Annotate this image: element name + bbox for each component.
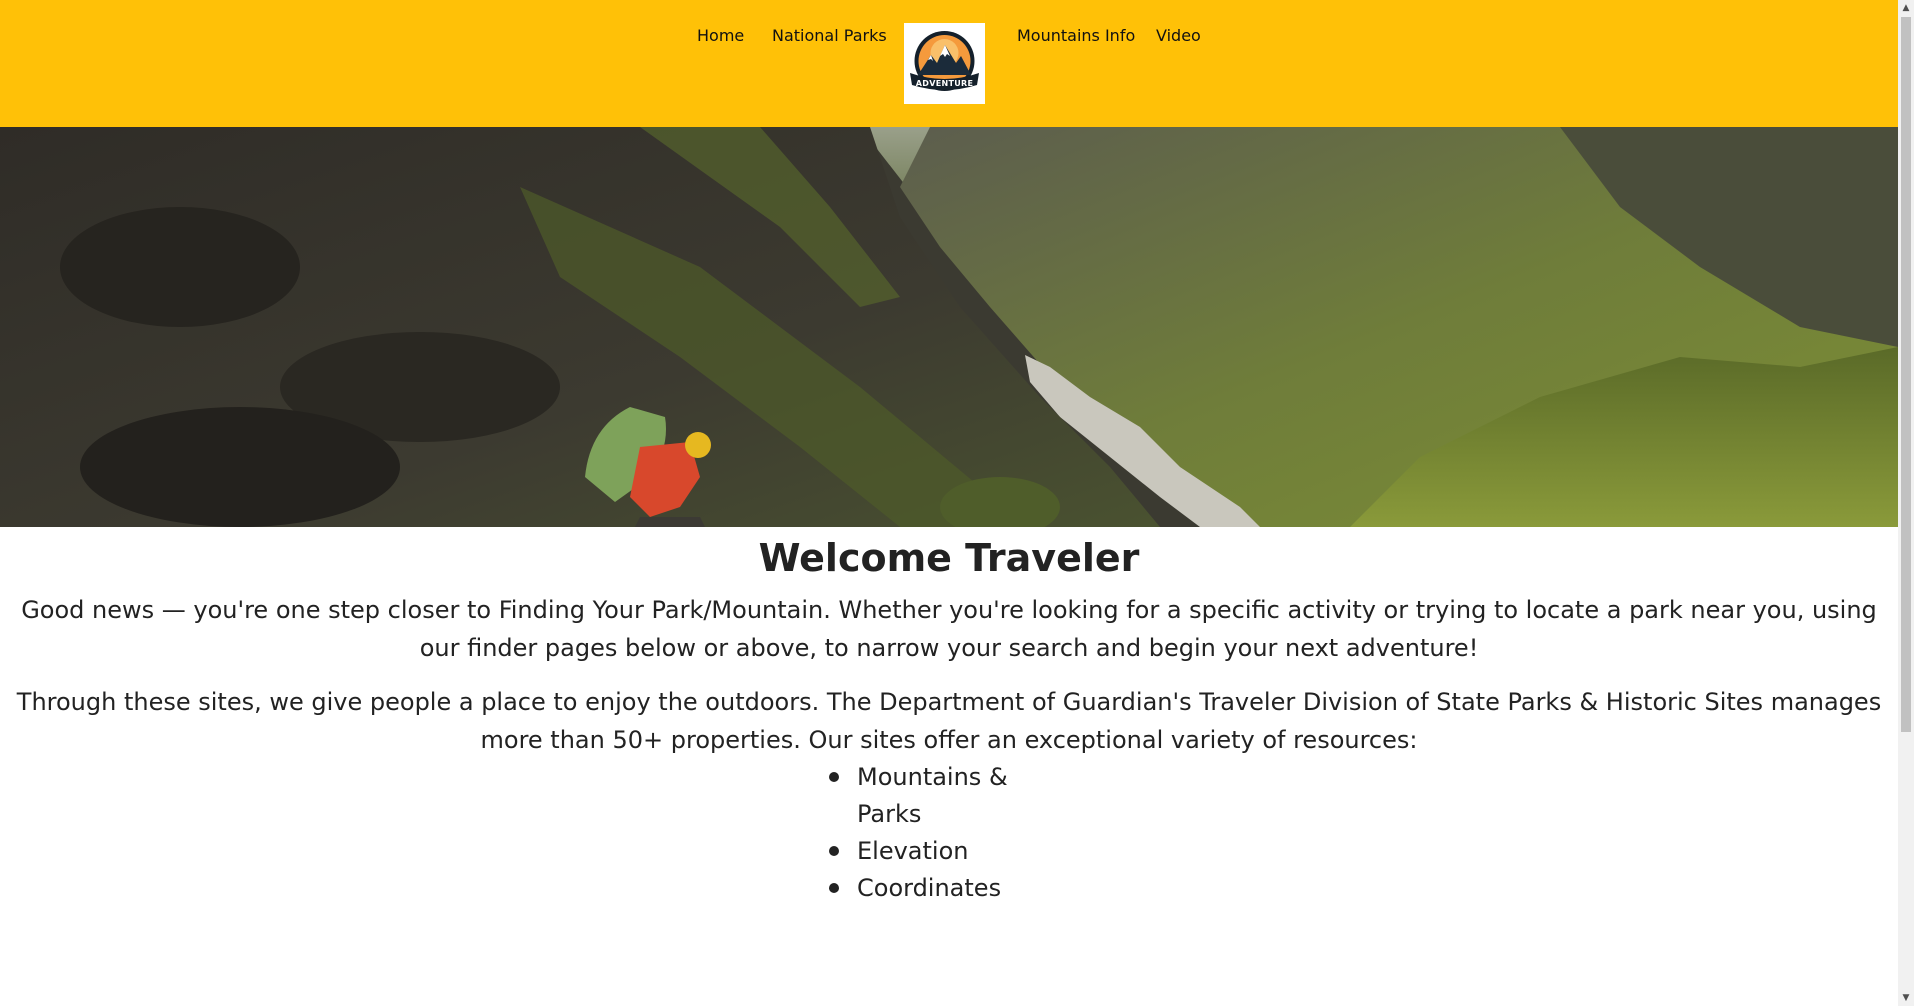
mountain-hiker-photo — [0, 127, 1898, 527]
list-item: Coordinates — [829, 870, 1069, 907]
sites-paragraph: Through these sites, we give people a pl… — [16, 688, 1882, 754]
mountain-logo-icon — [904, 23, 985, 104]
scroll-up-arrow-icon[interactable]: ▲ — [1898, 0, 1914, 16]
logo-text: ADVENTURE — [915, 79, 974, 88]
list-item-label: Coordinates — [857, 874, 1002, 902]
nav-mountains-info-link[interactable]: Mountains Info — [1017, 26, 1135, 46]
nav-home-link[interactable]: Home — [697, 26, 744, 46]
vertical-scrollbar[interactable]: ▲ ▼ — [1898, 0, 1914, 1006]
list-item: Elevation — [829, 833, 1069, 870]
nav-video-link[interactable]: Video — [1156, 26, 1201, 46]
scroll-down-arrow-icon[interactable]: ▼ — [1898, 990, 1914, 1006]
browser-viewport: Home National Parks ADVENTURE Mountains … — [0, 0, 1914, 1006]
list-item: Mountains & Parks — [829, 759, 1069, 833]
intro-paragraph: Good news — you're one step closer to Fi… — [21, 596, 1877, 662]
welcome-title: Welcome Traveler — [758, 536, 1140, 580]
list-item-label: Mountains & Parks — [857, 763, 1008, 828]
main-content: Welcome Traveler Good news — you're one … — [0, 527, 1898, 907]
bullet-icon — [829, 772, 839, 782]
navbar: Home National Parks ADVENTURE Mountains … — [0, 0, 1898, 127]
hero-image — [0, 127, 1898, 527]
list-item-label: Elevation — [857, 837, 969, 865]
nav-national-parks-link[interactable]: National Parks — [772, 26, 887, 46]
bullet-icon — [829, 883, 839, 893]
page: Home National Parks ADVENTURE Mountains … — [0, 0, 1898, 1006]
resource-list: Mountains & Parks Elevation Coordinates — [829, 759, 1069, 907]
scrollbar-thumb[interactable] — [1901, 17, 1911, 732]
adventure-logo[interactable]: ADVENTURE — [904, 23, 985, 104]
bullet-icon — [829, 846, 839, 856]
